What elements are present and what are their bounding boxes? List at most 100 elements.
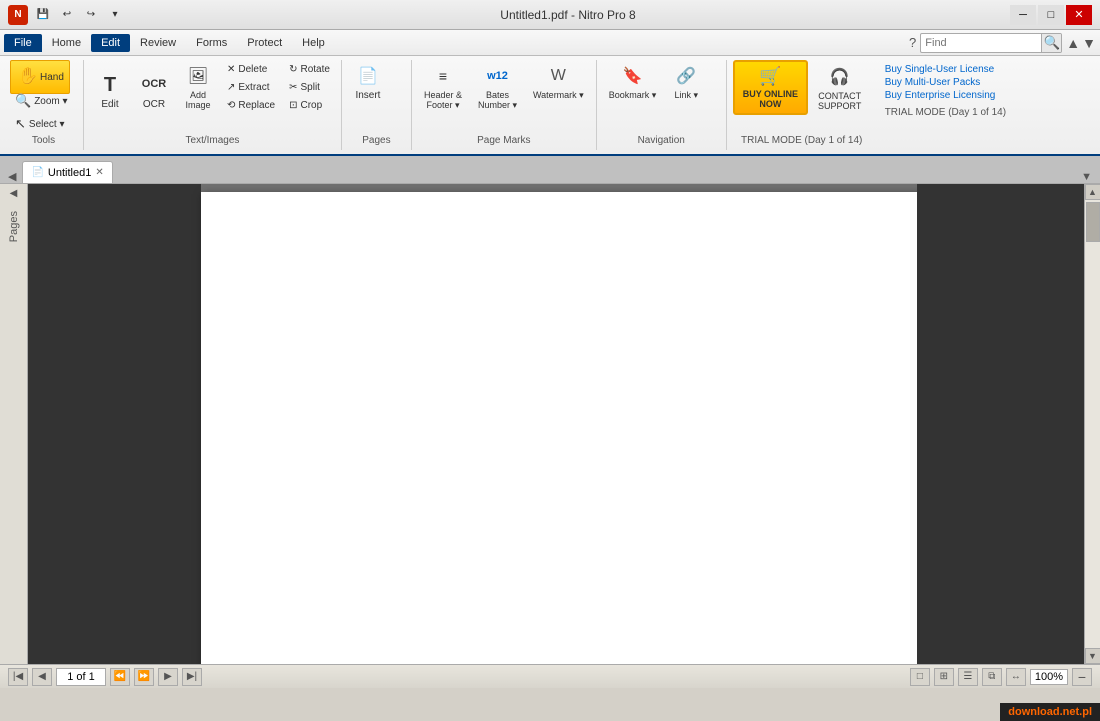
menu-bar: File Home Edit Review Forms Protect Help… xyxy=(0,30,1100,56)
next-page-button[interactable]: ▶ xyxy=(158,668,178,686)
zoom-icon: 🔍 xyxy=(15,93,31,109)
menu-edit[interactable]: Edit xyxy=(91,34,130,52)
redo-button[interactable]: ↪ xyxy=(80,4,102,26)
link-button[interactable]: 🔗 Link ▾ xyxy=(666,60,706,105)
menu-protect[interactable]: Protect xyxy=(237,34,292,52)
menu-forms[interactable]: Forms xyxy=(186,34,237,52)
delete-label: Delete xyxy=(238,64,267,75)
undo-button[interactable]: ↩ xyxy=(56,4,78,26)
header-footer-label: Header &Footer ▾ xyxy=(424,90,462,111)
buy-single-user-link[interactable]: Buy Single-User License xyxy=(885,64,1006,75)
bates-number-button[interactable]: w12 BatesNumber ▾ xyxy=(472,60,523,115)
app-logo: N xyxy=(8,5,28,25)
document-area xyxy=(28,184,1084,664)
fit-width-button[interactable]: ↔ xyxy=(1006,668,1026,686)
tab-scroll-right[interactable]: ▼ xyxy=(1081,171,1092,183)
page-input[interactable]: 1 of 1 xyxy=(56,668,106,686)
vertical-scrollbar: ▲ ▼ xyxy=(1084,184,1100,664)
replace-button[interactable]: ⟲ Replace xyxy=(222,97,280,114)
insert-icon: 📄 xyxy=(356,64,380,88)
single-page-view-button[interactable]: □ xyxy=(910,668,930,686)
extract-button[interactable]: ↗ Extract xyxy=(222,79,280,96)
delete-button[interactable]: ✕ Delete xyxy=(222,61,280,78)
tools-group-label: Tools xyxy=(4,135,83,146)
search-prev-button[interactable]: ▲ xyxy=(1066,35,1080,51)
prev-page-button[interactable]: ◀ xyxy=(32,668,52,686)
tab-untitled1[interactable]: 📄 Untitled1 ✕ xyxy=(22,161,112,183)
tab-pdf-icon: 📄 xyxy=(31,167,43,178)
minimize-button[interactable]: ─ xyxy=(1010,5,1036,25)
add-image-label: AddImage xyxy=(185,90,210,110)
split-label: Split xyxy=(300,82,319,93)
buy-online-button[interactable]: 🛒 BUY ONLINENOW xyxy=(733,60,808,115)
search-input[interactable] xyxy=(921,35,1041,51)
collapse-panel-icon[interactable]: ◀ xyxy=(10,188,18,199)
bookmark-button[interactable]: 🔖 Bookmark ▾ xyxy=(603,60,663,105)
continuous-view-button[interactable]: ☰ xyxy=(958,668,978,686)
buy-online-label: BUY ONLINENOW xyxy=(743,89,798,109)
play-back-button[interactable]: ⏪ xyxy=(110,668,130,686)
hand-label: Hand xyxy=(40,72,64,83)
ocr-icon: OCR xyxy=(142,73,166,97)
split-button[interactable]: ✂ Split xyxy=(284,79,335,96)
scroll-down-button[interactable]: ▼ xyxy=(1085,648,1100,664)
window-controls: ─ □ ✕ xyxy=(1010,5,1092,25)
hand-button[interactable]: ✋ Hand xyxy=(10,60,70,94)
ribbon-group-buy: 🛒 BUY ONLINENOW 🎧 CONTACTSUPPORT TRIAL M… xyxy=(727,60,877,150)
select-button[interactable]: ↖ Select ▾ xyxy=(10,113,73,135)
zoom-out-button[interactable]: − xyxy=(1072,668,1092,686)
ribbon-group-tools: ✋ Hand 🔍 Zoom ▾ ↖ Select ▾ Tools xyxy=(4,60,84,150)
facing-page-view-button[interactable]: ⊞ xyxy=(934,668,954,686)
main-area: ◀ Pages ▲ ▼ xyxy=(0,184,1100,664)
buy-multi-user-link[interactable]: Buy Multi-User Packs xyxy=(885,77,1006,88)
watermark-button[interactable]: W Watermark ▾ xyxy=(527,60,590,115)
menu-help[interactable]: Help xyxy=(292,34,335,52)
add-image-button[interactable]: 🖼 AddImage xyxy=(178,60,218,114)
play-forward-button[interactable]: ⏩ xyxy=(134,668,154,686)
tab-bar-right: ▼ xyxy=(1081,171,1092,183)
scroll-up-button[interactable]: ▲ xyxy=(1085,184,1100,200)
quick-access-dropdown[interactable]: ▾ xyxy=(104,4,126,26)
contact-support-button[interactable]: 🎧 CONTACTSUPPORT xyxy=(812,61,867,115)
hand-icon: ✋ xyxy=(16,64,40,88)
pages-panel-label[interactable]: Pages xyxy=(8,211,20,242)
buy-enterprise-link[interactable]: Buy Enterprise Licensing xyxy=(885,90,1006,101)
maximize-button[interactable]: □ xyxy=(1038,5,1064,25)
zoom-level: 100% xyxy=(1030,669,1068,685)
crop-label: Crop xyxy=(300,100,322,111)
extract-label: Extract xyxy=(238,82,269,93)
last-page-button[interactable]: ▶| xyxy=(182,668,202,686)
trial-mode-label: TRIAL MODE (Day 1 of 14) xyxy=(727,135,877,146)
contact-support-label: CONTACTSUPPORT xyxy=(818,91,861,111)
status-bar: |◀ ◀ 1 of 1 ⏪ ⏩ ▶ ▶| □ ⊞ ☰ ⧉ ↔ 100% − xyxy=(0,664,1100,688)
crop-button[interactable]: ⊡ Crop xyxy=(284,97,335,114)
header-footer-button[interactable]: ≡ Header &Footer ▾ xyxy=(418,60,468,115)
watermark-icon: W xyxy=(546,64,570,88)
link-label: Link ▾ xyxy=(674,90,698,101)
link-icon: 🔗 xyxy=(674,64,698,88)
search-next-button[interactable]: ▼ xyxy=(1082,35,1096,51)
help-icon: ? xyxy=(909,35,916,50)
scrollbar-thumb[interactable] xyxy=(1086,202,1100,242)
zoom-label: Zoom ▾ xyxy=(34,96,67,107)
edit-button[interactable]: T Edit xyxy=(90,69,130,114)
ocr-button[interactable]: OCR OCR xyxy=(134,69,174,114)
menu-home[interactable]: Home xyxy=(42,34,91,52)
trial-mode-text: TRIAL MODE (Day 1 of 14) xyxy=(885,107,1006,118)
tab-close-button[interactable]: ✕ xyxy=(95,167,103,178)
rotate-label: Rotate xyxy=(300,64,329,75)
scrollbar-track[interactable] xyxy=(1085,200,1100,648)
menu-file[interactable]: File xyxy=(4,34,42,52)
first-page-button[interactable]: |◀ xyxy=(8,668,28,686)
zoom-button[interactable]: 🔍 Zoom ▾ xyxy=(10,90,73,112)
menu-review[interactable]: Review xyxy=(130,34,186,52)
search-button[interactable]: 🔍 xyxy=(1041,33,1061,53)
spread-view-button[interactable]: ⧉ xyxy=(982,668,1002,686)
close-button[interactable]: ✕ xyxy=(1066,5,1092,25)
save-button[interactable]: 💾 xyxy=(32,4,54,26)
tab-scroll-left[interactable]: ◀ xyxy=(8,170,16,183)
rotate-button[interactable]: ↻ Rotate xyxy=(284,61,335,78)
tab-bar-arrow: ◀ xyxy=(8,170,16,183)
header-footer-icon: ≡ xyxy=(431,64,455,88)
insert-button[interactable]: 📄 Insert xyxy=(348,60,388,105)
